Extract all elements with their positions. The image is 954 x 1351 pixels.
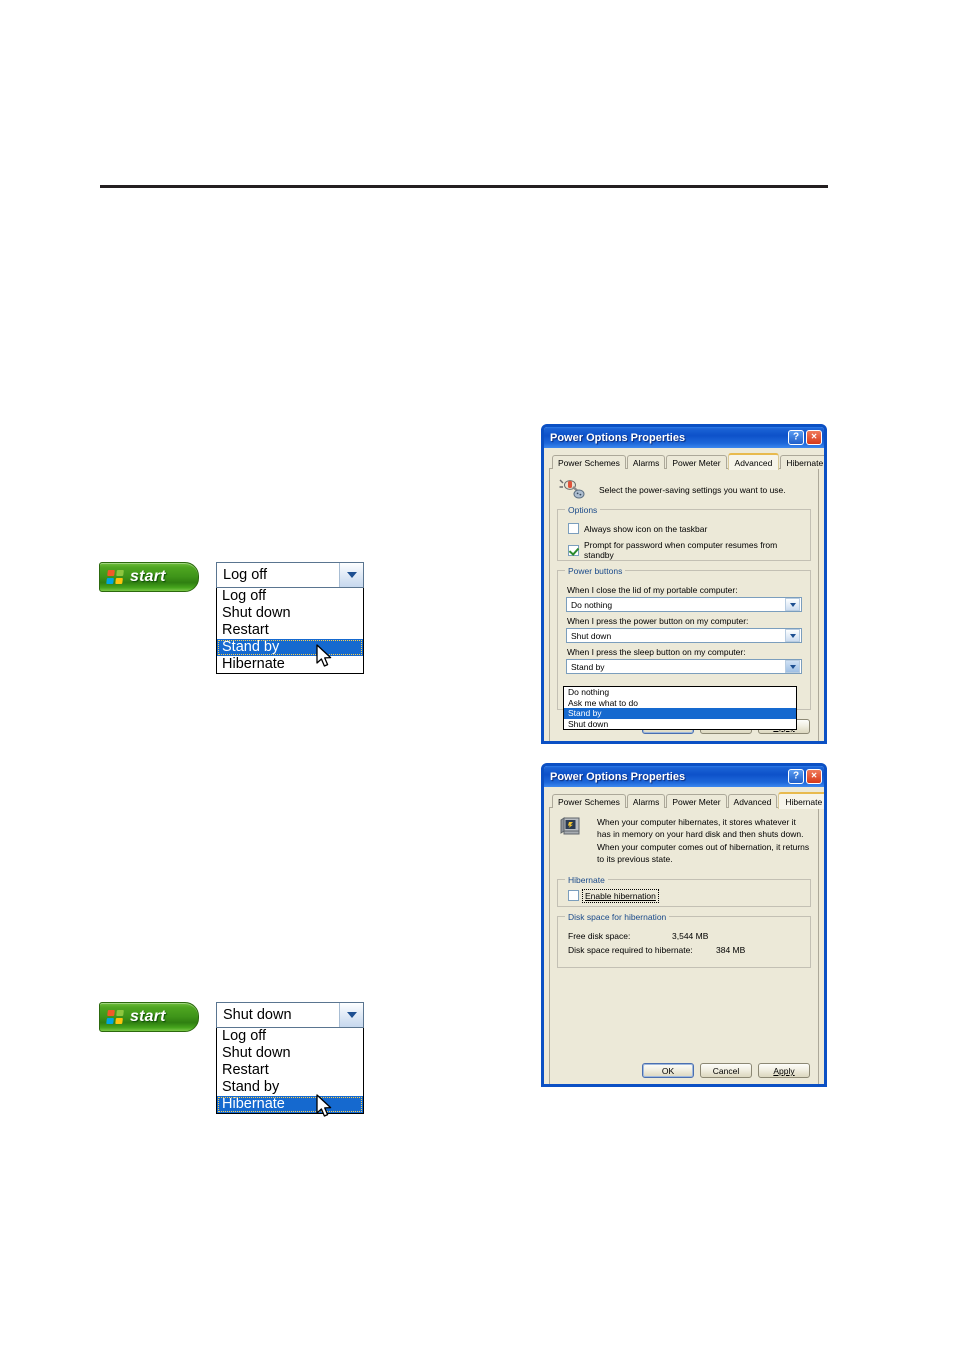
chevron-down-icon[interactable]: [785, 629, 800, 642]
sleep-button-combo[interactable]: Stand by: [566, 659, 802, 674]
dialog-titlebar-hibernate[interactable]: Power Options Properties ? ×: [544, 766, 824, 787]
always-show-icon-row[interactable]: Always show icon on the taskbar: [568, 523, 802, 534]
tabstrip-advanced[interactable]: Power Schemes Alarms Power Meter Advance…: [549, 452, 824, 470]
tab-power-schemes[interactable]: Power Schemes: [552, 455, 626, 469]
chevron-down-icon[interactable]: [785, 598, 800, 611]
windows-flag-icon: [106, 1009, 125, 1025]
dropdown-item[interactable]: Do nothing: [564, 687, 796, 698]
cancel-button[interactable]: Cancel: [700, 1063, 752, 1078]
tab-advanced[interactable]: Advanced: [727, 453, 780, 470]
hibernate-button-row: OK Cancel Apply: [642, 1063, 811, 1078]
enable-hibernation-label: Enable hibernation: [582, 888, 659, 903]
close-button[interactable]: ×: [806, 769, 822, 784]
dropdown-item[interactable]: Shut down: [564, 719, 796, 730]
list-item[interactable]: Stand by: [217, 1079, 363, 1096]
computer-icon: [560, 817, 580, 835]
list-item[interactable]: Restart: [217, 1062, 363, 1079]
chevron-down-icon[interactable]: [339, 563, 363, 587]
always-show-icon-checkbox[interactable]: [568, 523, 579, 534]
windows-flag-icon: [106, 569, 125, 585]
chevron-down-icon[interactable]: [785, 660, 800, 673]
help-button[interactable]: ?: [788, 769, 804, 784]
dialog-title: Power Options Properties: [550, 770, 686, 783]
tabstrip-hibernate[interactable]: Power Schemes Alarms Power Meter Advance…: [549, 791, 824, 809]
shutdown-option-list-hibernate[interactable]: Log off Shut down Restart Stand by Hiber…: [216, 1028, 364, 1114]
close-button[interactable]: ×: [806, 430, 822, 445]
chevron-down-icon[interactable]: [339, 1003, 363, 1027]
tab-alarms[interactable]: Alarms: [626, 455, 666, 469]
shutdown-combo-field-standby[interactable]: Log off: [216, 562, 364, 588]
header-divider-rule: [100, 185, 828, 188]
shutdown-combo-value-standby: Log off: [223, 567, 268, 583]
shutdown-combo-field-hibernate[interactable]: Shut down: [216, 1002, 364, 1028]
start-button-standby[interactable]: start: [99, 562, 199, 592]
tab-advanced[interactable]: Advanced: [727, 794, 778, 808]
list-item-selected[interactable]: Stand by: [217, 639, 363, 656]
list-item[interactable]: Shut down: [217, 605, 363, 622]
options-group: Options Always show icon on the taskbar …: [557, 505, 811, 561]
options-group-title: Options: [565, 505, 601, 515]
dropdown-item[interactable]: Ask me what to do: [564, 698, 796, 709]
hibernate-group: Hibernate Enable hibernation: [557, 875, 811, 908]
lid-close-combo[interactable]: Do nothing: [566, 597, 802, 612]
prompt-password-label: Prompt for password when computer resume…: [584, 540, 778, 560]
tab-panel-hibernate: When your computer hibernates, it stores…: [549, 807, 819, 1084]
shutdown-combo-hibernate[interactable]: Shut down Log off Shut down Restart Stan…: [216, 1002, 364, 1114]
ok-button[interactable]: OK: [642, 1063, 694, 1078]
disk-space-group: Disk space for hibernation Free disk spa…: [557, 912, 811, 969]
sleep-button-dropdown-list[interactable]: Do nothing Ask me what to do Stand by Sh…: [563, 686, 797, 730]
free-disk-space-row: Free disk space: 3,544 MB: [568, 931, 802, 941]
list-item-selected[interactable]: Hibernate: [217, 1096, 363, 1113]
list-item[interactable]: Log off: [217, 1028, 363, 1045]
always-show-icon-label: Always show icon on the taskbar: [584, 523, 708, 534]
tab-alarms[interactable]: Alarms: [626, 794, 666, 808]
apply-button[interactable]: Apply: [758, 1063, 810, 1078]
hibernate-intro-text: When your computer hibernates, it stores…: [597, 817, 810, 864]
hibernate-group-title: Hibernate: [565, 875, 608, 886]
power-buttons-group-title: Power buttons: [565, 566, 626, 576]
power-options-dialog-hibernate[interactable]: Power Options Properties ? × Power Schem…: [541, 763, 827, 1087]
free-disk-space-value: 3,544 MB: [672, 931, 709, 942]
power-button-label: When I press the power button on my comp…: [567, 616, 749, 626]
start-button-hibernate[interactable]: start: [99, 1002, 199, 1032]
lid-close-label: When I close the lid of my portable comp…: [567, 585, 738, 595]
tab-hibernate[interactable]: Hibernate: [780, 455, 824, 469]
tab-power-meter[interactable]: Power Meter: [666, 794, 727, 808]
advanced-intro-text: Select the power-saving settings you wan…: [599, 485, 786, 495]
enable-hibernation-checkbox[interactable]: [568, 890, 579, 902]
dialog-title: Power Options Properties: [550, 431, 686, 444]
lid-close-value: Do nothing: [571, 599, 613, 610]
sleep-button-value: Stand by: [571, 661, 605, 672]
power-button-value: Shut down: [571, 630, 612, 641]
dialog-body-hibernate: Power Schemes Alarms Power Meter Advance…: [544, 787, 824, 1084]
shutdown-option-list-standby[interactable]: Log off Shut down Restart Stand by Hiber…: [216, 588, 364, 674]
tab-power-meter[interactable]: Power Meter: [666, 455, 727, 469]
required-disk-space-row: Disk space required to hibernate: 384 MB: [568, 945, 802, 955]
required-disk-space-value: 384 MB: [716, 945, 746, 956]
list-item[interactable]: Hibernate: [217, 656, 363, 673]
list-item[interactable]: Log off: [217, 588, 363, 605]
tab-power-schemes[interactable]: Power Schemes: [552, 794, 626, 808]
list-item[interactable]: Shut down: [217, 1045, 363, 1062]
power-button-combo[interactable]: Shut down: [566, 628, 802, 643]
free-disk-space-key: Free disk space:: [568, 931, 631, 942]
tab-hibernate[interactable]: Hibernate: [778, 792, 824, 809]
list-item[interactable]: Restart: [217, 622, 363, 639]
prompt-password-checkbox[interactable]: [568, 544, 579, 556]
required-disk-space-key: Disk space required to hibernate:: [568, 945, 693, 956]
disk-space-group-title: Disk space for hibernation: [565, 912, 670, 923]
start-button-label: start: [130, 1008, 166, 1025]
shutdown-combo-value-hibernate: Shut down: [223, 1007, 292, 1023]
dropdown-item-selected[interactable]: Stand by: [564, 708, 796, 719]
help-button[interactable]: ?: [788, 430, 804, 445]
advanced-intro-row: Select the power-saving settings you wan…: [559, 477, 811, 501]
dialog-titlebar-advanced[interactable]: Power Options Properties ? ×: [544, 427, 824, 448]
hibernate-intro-row: When your computer hibernates, it stores…: [559, 816, 811, 865]
power-plug-icon: [559, 479, 585, 499]
start-button-label: start: [130, 568, 166, 585]
sleep-button-label: When I press the sleep button on my comp…: [567, 647, 746, 657]
shutdown-combo-standby[interactable]: Log off Log off Shut down Restart Stand …: [216, 562, 364, 674]
enable-hibernation-row[interactable]: Enable hibernation: [568, 888, 802, 903]
prompt-password-row[interactable]: Prompt for password when computer resume…: [568, 540, 802, 560]
